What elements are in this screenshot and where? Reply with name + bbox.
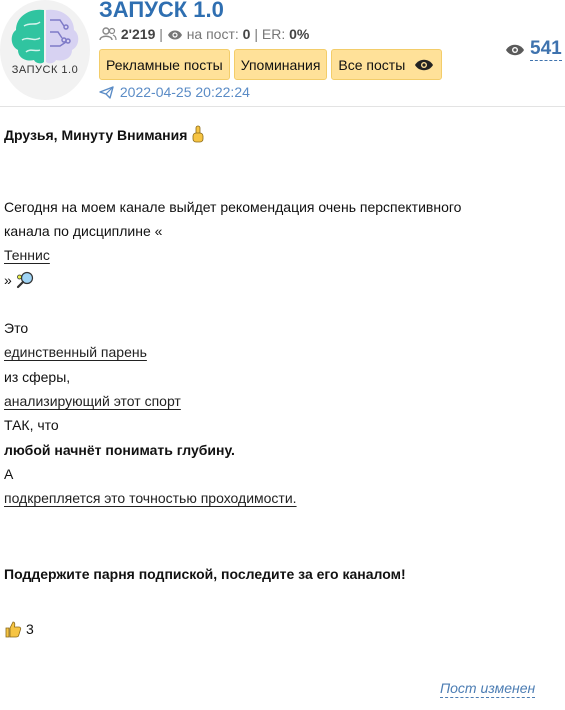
channel-stats: 2'219 | на пост: 0 | ER: 0% [99, 26, 309, 42]
analyzing-sport-link[interactable]: анализирующий этот спорт [4, 393, 181, 409]
channel-logo[interactable]: ЗАПУСК 1.0 [0, 0, 90, 100]
accuracy-link[interactable]: подкрепляется это точностью проходимости… [4, 490, 297, 506]
reaction-count: 3 [26, 621, 34, 637]
closing-quote: » [4, 272, 12, 288]
stats-separator: | [159, 26, 163, 42]
channel-title[interactable]: ЗАПУСК 1.0 [99, 0, 224, 23]
pointing-up-emoji [192, 125, 204, 143]
eye-icon [506, 44, 524, 55]
users-icon [99, 27, 117, 41]
views-counter[interactable]: 541 [504, 38, 562, 61]
eye-icon [415, 59, 434, 70]
eye-icon [167, 30, 182, 40]
bold-depth-text: любой начнёт понимать глубину. [4, 442, 235, 458]
thumbs-up-emoji [5, 621, 22, 638]
er-value: 0% [289, 26, 310, 42]
post-filter-buttons: Рекламные посты Упоминания Все посты [99, 49, 443, 81]
call-to-action: Поддержите парня подпиской, последите за… [4, 566, 406, 582]
brain-logo-icon [11, 9, 79, 64]
er-label: ER: [261, 26, 286, 42]
text-a: А [4, 466, 14, 482]
post-heading-text: Друзья, Минуту Внимания [4, 127, 188, 143]
channel-header: ЗАПУСК 1.0 ЗАПУСК 1.0 2'219 | на пост: 0… [0, 0, 565, 107]
tennis-racket-emoji [16, 271, 33, 289]
quote-line: » [4, 271, 34, 289]
tennis-link[interactable]: Теннис [4, 247, 50, 263]
all-posts-label: Все посты [338, 56, 406, 73]
text-from-sphere: из сферы, [4, 369, 71, 385]
text-so-that: ТАК, что [4, 417, 59, 433]
all-posts-button[interactable]: Все посты [331, 49, 443, 80]
subscribers-count: 2'219 [120, 26, 156, 42]
per-post-label: на пост: [186, 26, 239, 42]
per-post-value: 0 [242, 26, 251, 42]
paragraph-line: канала по дисциплине « [4, 223, 163, 239]
telegram-icon [99, 86, 114, 99]
logo-text: ЗАПУСК 1.0 [11, 64, 79, 76]
stats-separator-2: | [254, 26, 258, 42]
mentions-button[interactable]: Упоминания [233, 49, 328, 80]
post-date[interactable]: 2022-04-25 20:22:24 [99, 84, 250, 100]
text-this: Это [4, 320, 29, 336]
post-heading: Друзья, Минуту Внимания [4, 125, 205, 143]
only-guy-link[interactable]: единственный парень [4, 344, 147, 360]
post-date-text: 2022-04-25 20:22:24 [119, 84, 250, 100]
reaction-thumbs-up[interactable]: 3 [4, 620, 34, 638]
views-count: 541 [530, 38, 562, 61]
paragraph-line: Сегодня на моем канале выйдет рекомендац… [4, 199, 462, 215]
post-edited-link[interactable]: Пост изменен [440, 680, 536, 698]
ads-posts-button[interactable]: Рекламные посты [99, 49, 230, 80]
